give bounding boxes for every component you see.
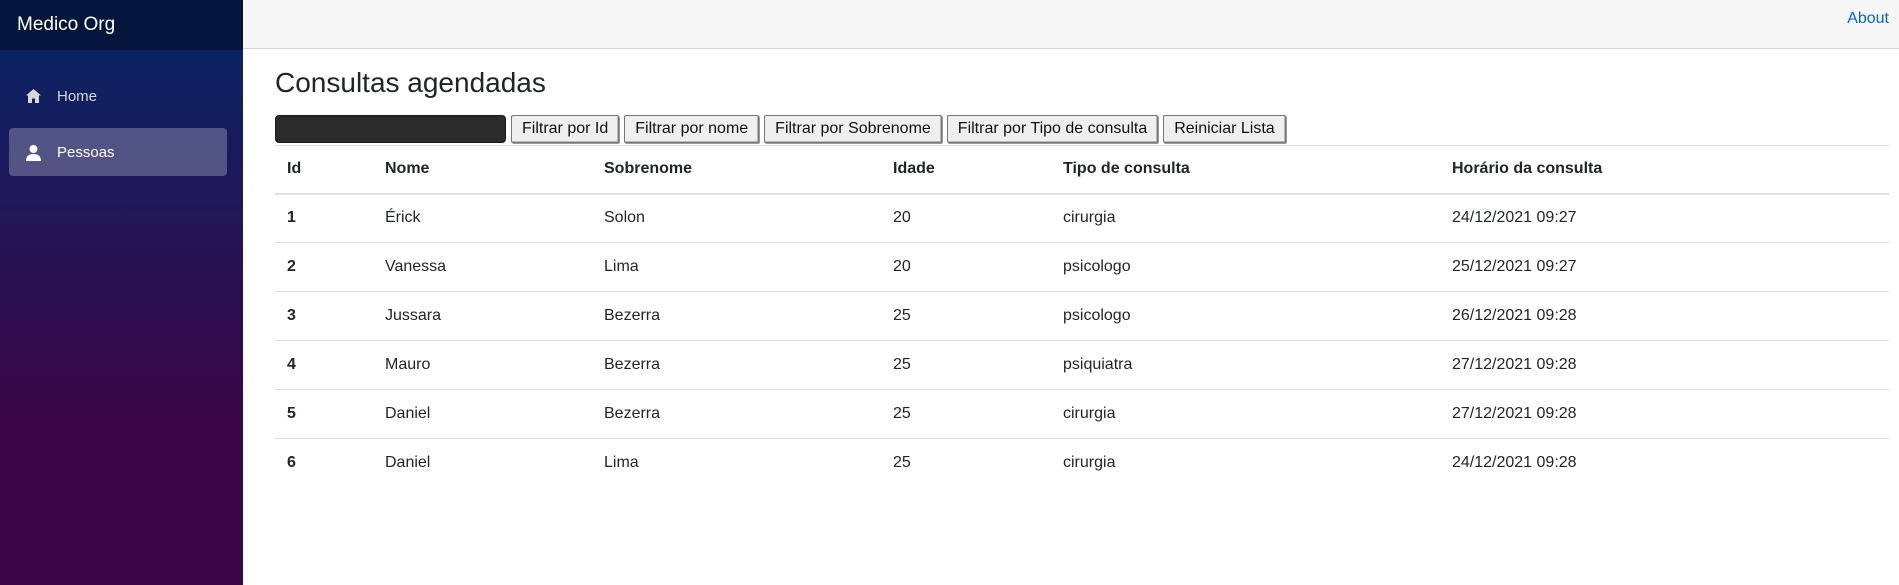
table-row: 4 Mauro Bezerra 25 psiquiatra 27/12/2021…	[275, 340, 1889, 390]
cell-nome: Daniel	[373, 438, 592, 488]
table-row: 1 Érick Solon 20 cirurgia 24/12/2021 09:…	[275, 194, 1889, 243]
column-header-sobrenome: Sobrenome	[592, 145, 881, 195]
sidebar-item-label: Home	[57, 87, 98, 105]
column-header-nome: Nome	[373, 145, 592, 195]
cell-tipo: cirurgia	[1063, 209, 1116, 227]
reset-list-button[interactable]: Reiniciar Lista	[1163, 115, 1286, 143]
cell-id: 6	[275, 438, 373, 488]
cell-tipo: cirurgia	[1051, 389, 1440, 439]
cell-tipo: psicologo	[1051, 242, 1440, 292]
cell-horario: 27/12/2021 09:28	[1440, 340, 1889, 390]
cell-sobrenome: Bezerra	[592, 291, 881, 341]
cell-nome: Mauro	[373, 340, 592, 390]
home-icon	[24, 87, 42, 105]
column-header-idade: Idade	[881, 145, 1051, 195]
cell-idade: 20	[893, 209, 911, 227]
filter-by-name-button[interactable]: Filtrar por nome	[624, 115, 760, 143]
cell-id: 4	[275, 340, 373, 390]
table-row: 6 Daniel Lima 25 cirurgia 24/12/2021 09:…	[275, 438, 1889, 488]
cell-horario: 24/12/2021 09:27	[1452, 209, 1577, 227]
table-row: 3 Jussara Bezerra 25 psicologo 26/12/202…	[275, 291, 1889, 341]
sidebar-item-label: Pessoas	[57, 143, 115, 161]
sidebar-item-home[interactable]: Home	[9, 72, 227, 120]
about-link[interactable]: About	[1847, 10, 1889, 28]
cell-horario: 24/12/2021 09:28	[1440, 438, 1889, 488]
cell-id: 5	[275, 389, 373, 439]
filter-by-type-button[interactable]: Filtrar por Tipo de consulta	[946, 115, 1159, 143]
cell-nome: Vanessa	[373, 242, 592, 292]
brand-link[interactable]: Medico Org	[17, 14, 115, 36]
cell-id: 2	[275, 242, 373, 292]
cell-idade: 25	[881, 291, 1051, 341]
sidebar-item-pessoas[interactable]: Pessoas	[9, 128, 227, 176]
table-row: 5 Daniel Bezerra 25 cirurgia 27/12/2021 …	[275, 389, 1889, 439]
cell-nome: Jussara	[373, 291, 592, 341]
cell-horario: 27/12/2021 09:28	[1440, 389, 1889, 439]
cell-tipo: cirurgia	[1051, 438, 1440, 488]
cell-idade: 20	[881, 242, 1051, 292]
cell-id: 3	[275, 291, 373, 341]
cell-nome: Érick	[385, 209, 421, 227]
sidebar-nav: Home Pessoas	[0, 50, 243, 176]
filter-bar: Filtrar por Id Filtrar por nome Filtrar …	[275, 115, 1889, 143]
cell-nome: Daniel	[373, 389, 592, 439]
page-title: Consultas agendadas	[275, 67, 546, 98]
cell-sobrenome: Bezerra	[592, 389, 881, 439]
main-content: Consultas agendadas Filtrar por Id Filtr…	[275, 49, 1889, 488]
brand-bar: Medico Org	[0, 0, 243, 50]
filter-by-surname-button[interactable]: Filtrar por Sobrenome	[764, 115, 942, 143]
cell-horario: 25/12/2021 09:27	[1440, 242, 1889, 292]
column-header-id: Id	[275, 145, 373, 195]
filter-by-id-button[interactable]: Filtrar por Id	[511, 115, 620, 143]
app-root: Medico Org Home Pessoas About Consultas …	[0, 0, 1899, 585]
sidebar: Medico Org Home Pessoas	[0, 0, 243, 585]
cell-sobrenome: Lima	[592, 438, 881, 488]
cell-idade: 25	[881, 340, 1051, 390]
top-bar: About	[243, 0, 1899, 49]
column-header-tipo: Tipo de consulta	[1051, 145, 1440, 195]
cell-tipo: psiquiatra	[1051, 340, 1440, 390]
cell-idade: 25	[881, 389, 1051, 439]
cell-sobrenome: Solon	[604, 209, 645, 227]
person-icon	[24, 143, 42, 161]
cell-idade: 25	[881, 438, 1051, 488]
cell-sobrenome: Lima	[592, 242, 881, 292]
appointments-table: Id Nome Sobrenome Idade Tipo de consulta…	[275, 145, 1889, 488]
table-row: 2 Vanessa Lima 20 psicologo 25/12/2021 0…	[275, 242, 1889, 292]
table-header-row: Id Nome Sobrenome Idade Tipo de consulta…	[275, 145, 1889, 195]
column-header-horario: Horário da consulta	[1440, 145, 1889, 195]
cell-tipo: psicologo	[1051, 291, 1440, 341]
filter-input[interactable]	[275, 115, 506, 143]
cell-sobrenome: Bezerra	[592, 340, 881, 390]
cell-horario: 26/12/2021 09:28	[1440, 291, 1889, 341]
cell-id: 1	[287, 209, 296, 227]
